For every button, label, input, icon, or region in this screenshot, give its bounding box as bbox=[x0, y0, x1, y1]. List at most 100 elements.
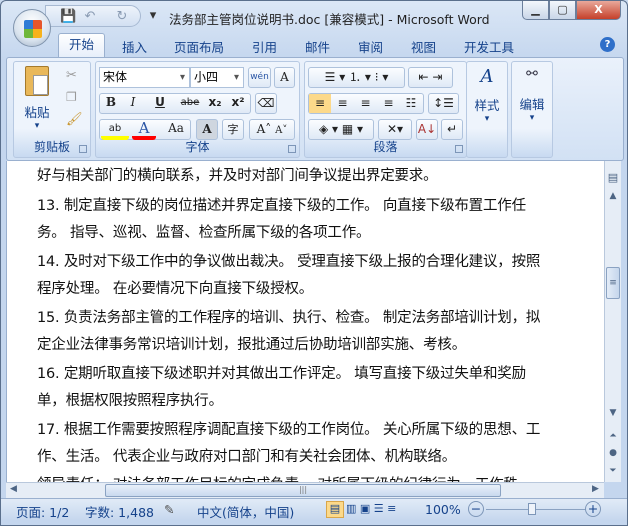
tab-insert[interactable]: 插入 bbox=[122, 37, 147, 56]
format-painter-icon[interactable]: 🖌 bbox=[66, 112, 83, 127]
tab-references[interactable]: 引用 bbox=[252, 37, 277, 56]
shrink-font-button[interactable]: A˅ bbox=[275, 125, 287, 136]
group-clipboard: 粘贴 ▾ ✂ ❐ 🖌 剪贴板 bbox=[13, 61, 91, 158]
word-count[interactable]: 字数: 1,488 bbox=[85, 502, 154, 521]
show-marks-icon[interactable]: ↵ bbox=[441, 119, 463, 140]
save-icon[interactable]: 💾 bbox=[60, 10, 76, 24]
full-screen-reading-icon[interactable]: ▥ ▣ ☰ ≡ bbox=[346, 502, 396, 515]
group-editing[interactable]: ⚯ 编辑 ▾ bbox=[511, 61, 553, 158]
change-case-button[interactable]: Aa bbox=[162, 119, 190, 140]
paste-button[interactable]: 粘贴 ▾ bbox=[20, 66, 54, 131]
zoom-out-icon[interactable]: − bbox=[468, 501, 484, 517]
justify-icon[interactable]: ≡ bbox=[377, 94, 400, 113]
office-button[interactable] bbox=[13, 9, 51, 47]
list-buttons[interactable]: ☰ ▾ ⒈ ▾ ⁝ ▾ bbox=[308, 67, 405, 88]
clear-formatting-icon[interactable]: ⌫ bbox=[255, 93, 277, 114]
subscript-button[interactable]: x₂ bbox=[204, 93, 226, 114]
paste-label: 粘贴 bbox=[24, 105, 50, 120]
font-color-button[interactable]: A bbox=[132, 119, 156, 140]
document-line: 务。 指导、巡视、监督、检查所属下级的各项工作。 bbox=[37, 225, 371, 241]
office-logo-icon bbox=[24, 20, 42, 38]
font-name-combo[interactable]: 宋体 bbox=[99, 67, 190, 88]
ruler-toggle-icon[interactable]: ▤ bbox=[606, 171, 620, 184]
enclose-characters-button[interactable]: 字 bbox=[222, 119, 244, 140]
group-styles[interactable]: A 样式 ▾ bbox=[466, 61, 508, 158]
indent-buttons[interactable]: ⇤ ⇥ bbox=[408, 67, 453, 88]
tab-home[interactable]: 开始 bbox=[58, 33, 105, 58]
alignment-buttons: ≡ ≡ ≡ ≡ ☷ bbox=[308, 93, 424, 114]
language[interactable]: 中文(简体，中国) bbox=[197, 502, 294, 521]
close-button[interactable]: X bbox=[576, 1, 621, 20]
superscript-button[interactable]: x² bbox=[227, 93, 249, 114]
document-line: 15. 负责法务部主管的工作程序的培训、执行、检查。 制定法务部培训计划，拟 bbox=[37, 310, 541, 326]
redo-icon[interactable]: ↻ bbox=[114, 10, 130, 24]
align-left-icon[interactable]: ≡ bbox=[309, 94, 331, 113]
undo-icon[interactable]: ↶ bbox=[82, 10, 98, 24]
document-line: 好与相关部门的横向联系，并及时对部门间争议提出界定要求。 bbox=[37, 168, 438, 184]
document-line: 17. 根据工作需要按照程序调配直接下级的工作岗位。 关心所属下级的思想、工 bbox=[37, 422, 541, 438]
horizontal-scrollbar[interactable]: ◀ ||| ▶ bbox=[6, 482, 604, 498]
document-line: 程序处理。 在必要情况下向直接下级授权。 bbox=[37, 281, 314, 297]
dialog-launcher-icon[interactable] bbox=[288, 145, 296, 153]
underline-button[interactable]: U bbox=[145, 93, 175, 114]
document-area[interactable]: 好与相关部门的横向联系，并及时对部门间争议提出界定要求。 13. 制定直接下级的… bbox=[6, 161, 604, 482]
proofing-icon[interactable]: ✎ bbox=[164, 502, 174, 517]
ribbon-tabs: 开始 插入 页面布局 引用 邮件 审阅 视图 开发工具 ? bbox=[1, 33, 627, 58]
highlight-button[interactable]: ab bbox=[101, 119, 129, 140]
copy-icon[interactable]: ❐ bbox=[66, 90, 77, 104]
group-paragraph: ☰ ▾ ⒈ ▾ ⁝ ▾ ⇤ ⇥ ≡ ≡ ≡ ≡ ☷ ↕☰ ◈ ▾ ▦ ▾ ✕▾ A↓ ↵… bbox=[304, 61, 467, 158]
dialog-launcher-icon[interactable] bbox=[455, 145, 463, 153]
editing-label: 编辑 bbox=[519, 97, 545, 112]
line-spacing-icon[interactable]: ↕☰ bbox=[428, 93, 459, 114]
document-line: 定企业法律事务常识培训计划，报批通过后协助培训部实施、考核。 bbox=[37, 337, 466, 353]
shading-borders-buttons[interactable]: ◈ ▾ ▦ ▾ bbox=[308, 119, 374, 140]
italic-button[interactable]: I bbox=[123, 93, 143, 114]
character-shading-button[interactable]: A bbox=[196, 119, 218, 140]
grow-font-button[interactable]: A˄ bbox=[257, 122, 272, 136]
tab-page-layout[interactable]: 页面布局 bbox=[174, 37, 224, 56]
scroll-up-icon[interactable]: ▲ bbox=[606, 191, 620, 201]
distributed-icon[interactable]: ☷ bbox=[400, 94, 422, 113]
styles-label: 样式 bbox=[474, 98, 500, 113]
scroll-left-icon[interactable]: ◀ bbox=[10, 484, 17, 494]
page-count[interactable]: 页面: 1/2 bbox=[16, 502, 69, 521]
maximize-button[interactable]: ▢ bbox=[549, 1, 576, 20]
zoom-slider-thumb[interactable] bbox=[528, 503, 536, 515]
align-right-icon[interactable]: ≡ bbox=[354, 94, 377, 113]
dialog-launcher-icon[interactable] bbox=[79, 145, 87, 153]
cut-icon[interactable]: ✂ bbox=[66, 68, 77, 83]
word-window: 💾 ↶ ↻ ▾ 法务部主管岗位说明书.doc [兼容模式] - Microsof… bbox=[0, 0, 628, 526]
minimize-button[interactable]: ▁ bbox=[522, 1, 549, 20]
tab-developer[interactable]: 开发工具 bbox=[464, 37, 514, 56]
scroll-thumb[interactable]: ||| bbox=[105, 484, 501, 497]
zoom-slider-track[interactable] bbox=[486, 509, 586, 510]
font-size-combo[interactable]: 小四 bbox=[190, 67, 244, 88]
zoom-in-icon[interactable]: + bbox=[585, 501, 601, 517]
zoom-level[interactable]: 100% bbox=[425, 502, 461, 517]
align-center-icon[interactable]: ≡ bbox=[331, 94, 354, 113]
vertical-scrollbar[interactable]: ▤ ▲ ≡ ▼ ⏶ ● ⏷ bbox=[604, 161, 621, 482]
character-border-button[interactable]: A bbox=[274, 67, 295, 88]
next-page-icon[interactable]: ⏷ bbox=[606, 466, 620, 476]
sort-icon[interactable]: A↓ bbox=[416, 119, 438, 140]
strikethrough-button[interactable]: abe bbox=[177, 93, 203, 114]
help-icon[interactable]: ? bbox=[600, 37, 615, 52]
print-layout-icon[interactable]: ▤ bbox=[326, 501, 344, 518]
document-line: 领导责任： 对法务部工作目标的完成负责。 对所属下级的纪律行为、工作秩 bbox=[37, 473, 518, 482]
phonetic-guide-button[interactable]: wén bbox=[248, 67, 271, 88]
quick-access-toolbar: 💾 ↶ ↻ bbox=[45, 5, 141, 27]
bold-button[interactable]: B bbox=[101, 93, 121, 114]
asian-layout-icon[interactable]: ✕▾ bbox=[378, 119, 412, 140]
previous-page-icon[interactable]: ⏶ bbox=[606, 431, 620, 441]
group-label: 字体 bbox=[185, 140, 210, 154]
document-line: 14. 及时对下级工作中的争议做出裁决。 受理直接下级上报的合理化建议，按照 bbox=[37, 254, 541, 270]
tab-mailings[interactable]: 邮件 bbox=[305, 37, 330, 56]
select-browse-object-icon[interactable]: ● bbox=[606, 448, 620, 458]
document-line: 16. 定期听取直接下级述职并对其做出工作评定。 填写直接下级过失单和奖励 bbox=[37, 366, 526, 382]
tab-review[interactable]: 审阅 bbox=[358, 37, 383, 56]
scroll-right-icon[interactable]: ▶ bbox=[592, 484, 599, 494]
scroll-thumb[interactable]: ≡ bbox=[606, 267, 620, 299]
tab-view[interactable]: 视图 bbox=[411, 37, 436, 56]
customize-qat-icon[interactable]: ▾ bbox=[145, 9, 161, 23]
scroll-down-icon[interactable]: ▼ bbox=[606, 408, 620, 418]
